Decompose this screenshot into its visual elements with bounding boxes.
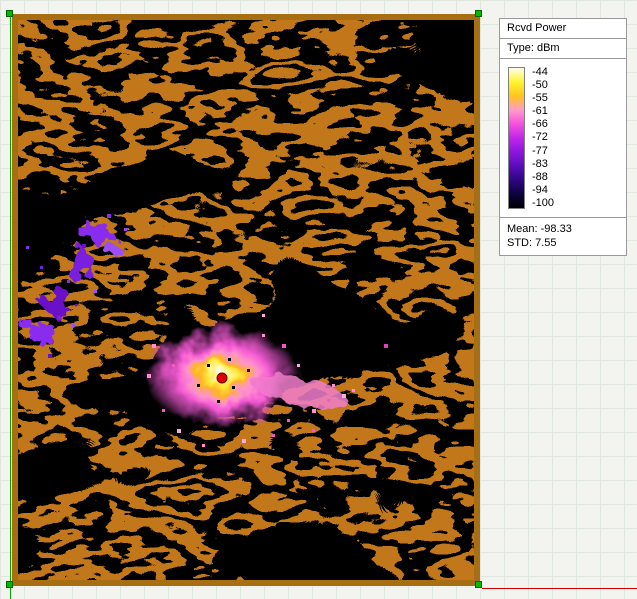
scale-label: -83 (532, 159, 554, 170)
legend-std: STD: 7.55 (507, 236, 619, 250)
coverage-map[interactable] (12, 14, 480, 586)
scale-label: -55 (532, 93, 554, 104)
selection-handle-bottom-left[interactable] (6, 581, 13, 588)
selection-handle-bottom-right[interactable] (475, 581, 482, 588)
x-axis-line (482, 588, 637, 589)
y-axis-line (10, 16, 11, 599)
selection-handle-top-right[interactable] (475, 10, 482, 17)
scale-label: -88 (532, 172, 554, 183)
legend-type: Type: dBm (500, 39, 626, 59)
transmitter-marker[interactable] (217, 373, 227, 383)
scale-label: -100 (532, 198, 554, 209)
terrain-contours (12, 14, 480, 586)
scale-label: -50 (532, 80, 554, 91)
legend-stats: Mean: -98.33 STD: 7.55 (500, 218, 626, 255)
legend-mean: Mean: -98.33 (507, 222, 619, 236)
legend-scale: -44 -50 -55 -61 -66 -72 -77 -83 -88 -94 … (500, 59, 626, 218)
scale-label: -77 (532, 146, 554, 157)
legend-title: Rcvd Power (500, 19, 626, 39)
scale-label: -61 (532, 106, 554, 117)
legend-scale-labels: -44 -50 -55 -61 -66 -72 -77 -83 -88 -94 … (532, 67, 554, 209)
scale-label: -66 (532, 119, 554, 130)
legend-panel: Rcvd Power Type: dBm -44 -50 -55 -61 -66… (499, 18, 627, 256)
scale-label: -94 (532, 185, 554, 196)
legend-gradient-bar (508, 67, 525, 209)
scale-label: -44 (532, 67, 554, 78)
selection-handle-top-left[interactable] (6, 10, 13, 17)
scale-label: -72 (532, 132, 554, 143)
map-canvas[interactable] (12, 14, 480, 586)
